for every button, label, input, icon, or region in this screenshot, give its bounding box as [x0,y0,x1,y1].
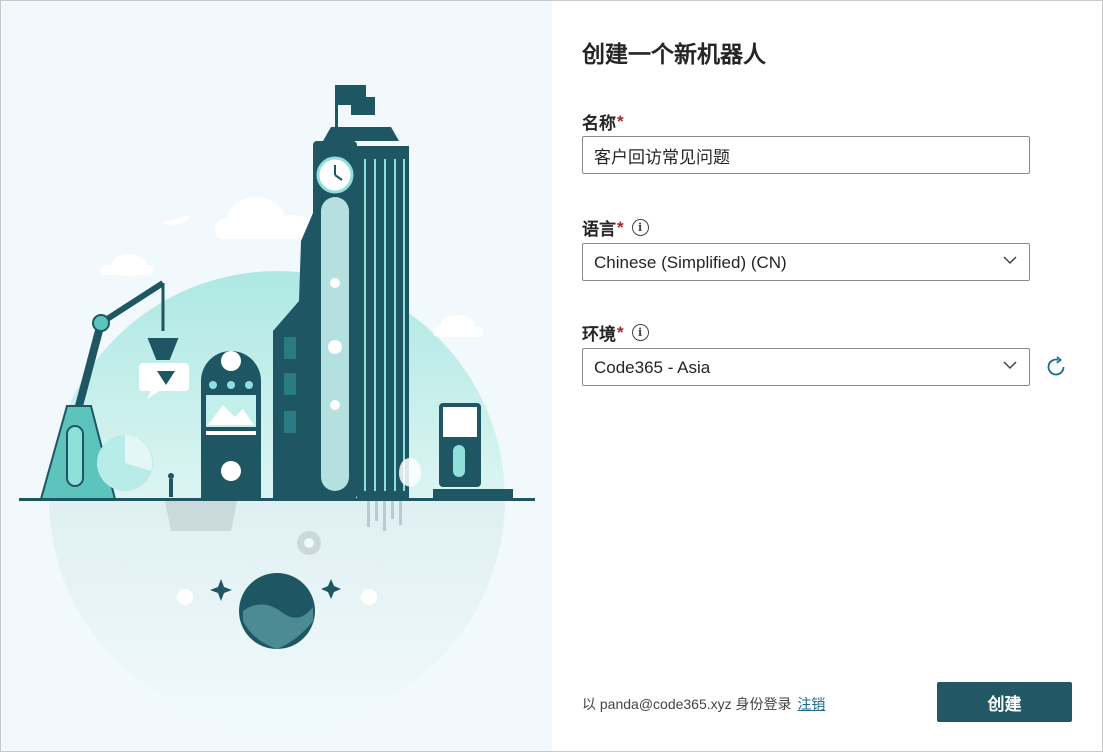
signin-status: 以 panda@code365.xyz 身份登录 注销 [582,694,825,714]
form-panel: 创建一个新机器人 名称 * 语言 * i Chinese (Simplified… [552,1,1102,751]
required-mark: * [617,111,624,131]
name-input[interactable] [583,137,1029,173]
chevron-down-icon [1003,256,1017,265]
language-select[interactable]: Chinese (Simplified) (CN) [582,243,1030,281]
language-selected-value: Chinese (Simplified) (CN) [594,253,787,272]
environment-selected-value: Code365 - Asia [594,358,711,377]
environment-label-row: 环境 * i [582,320,649,345]
signout-link[interactable]: 注销 [797,696,825,712]
signin-text: 以 panda@code365.xyz 身份登录 [582,696,792,712]
city-illustration [19,85,535,727]
environment-label: 环境 [582,325,616,344]
create-bot-dialog: 创建一个新机器人 名称 * 语言 * i Chinese (Simplified… [0,0,1103,752]
environment-select[interactable]: Code365 - Asia [582,348,1030,386]
info-circle-icon[interactable]: i [631,324,649,341]
illustration-panel [1,1,552,751]
name-label-row: 名称 * [582,109,624,134]
create-button[interactable]: 创建 [937,682,1072,722]
name-label: 名称 [582,114,616,133]
language-label-row: 语言 * i [582,215,649,240]
dialog-title: 创建一个新机器人 [582,41,766,67]
required-mark: * [617,217,624,237]
refresh-icon[interactable] [1044,355,1068,379]
required-mark: * [617,322,624,342]
language-label: 语言 [582,220,616,239]
chevron-down-icon [1003,361,1017,370]
info-circle-icon[interactable]: i [631,219,649,236]
name-field[interactable] [582,136,1030,174]
